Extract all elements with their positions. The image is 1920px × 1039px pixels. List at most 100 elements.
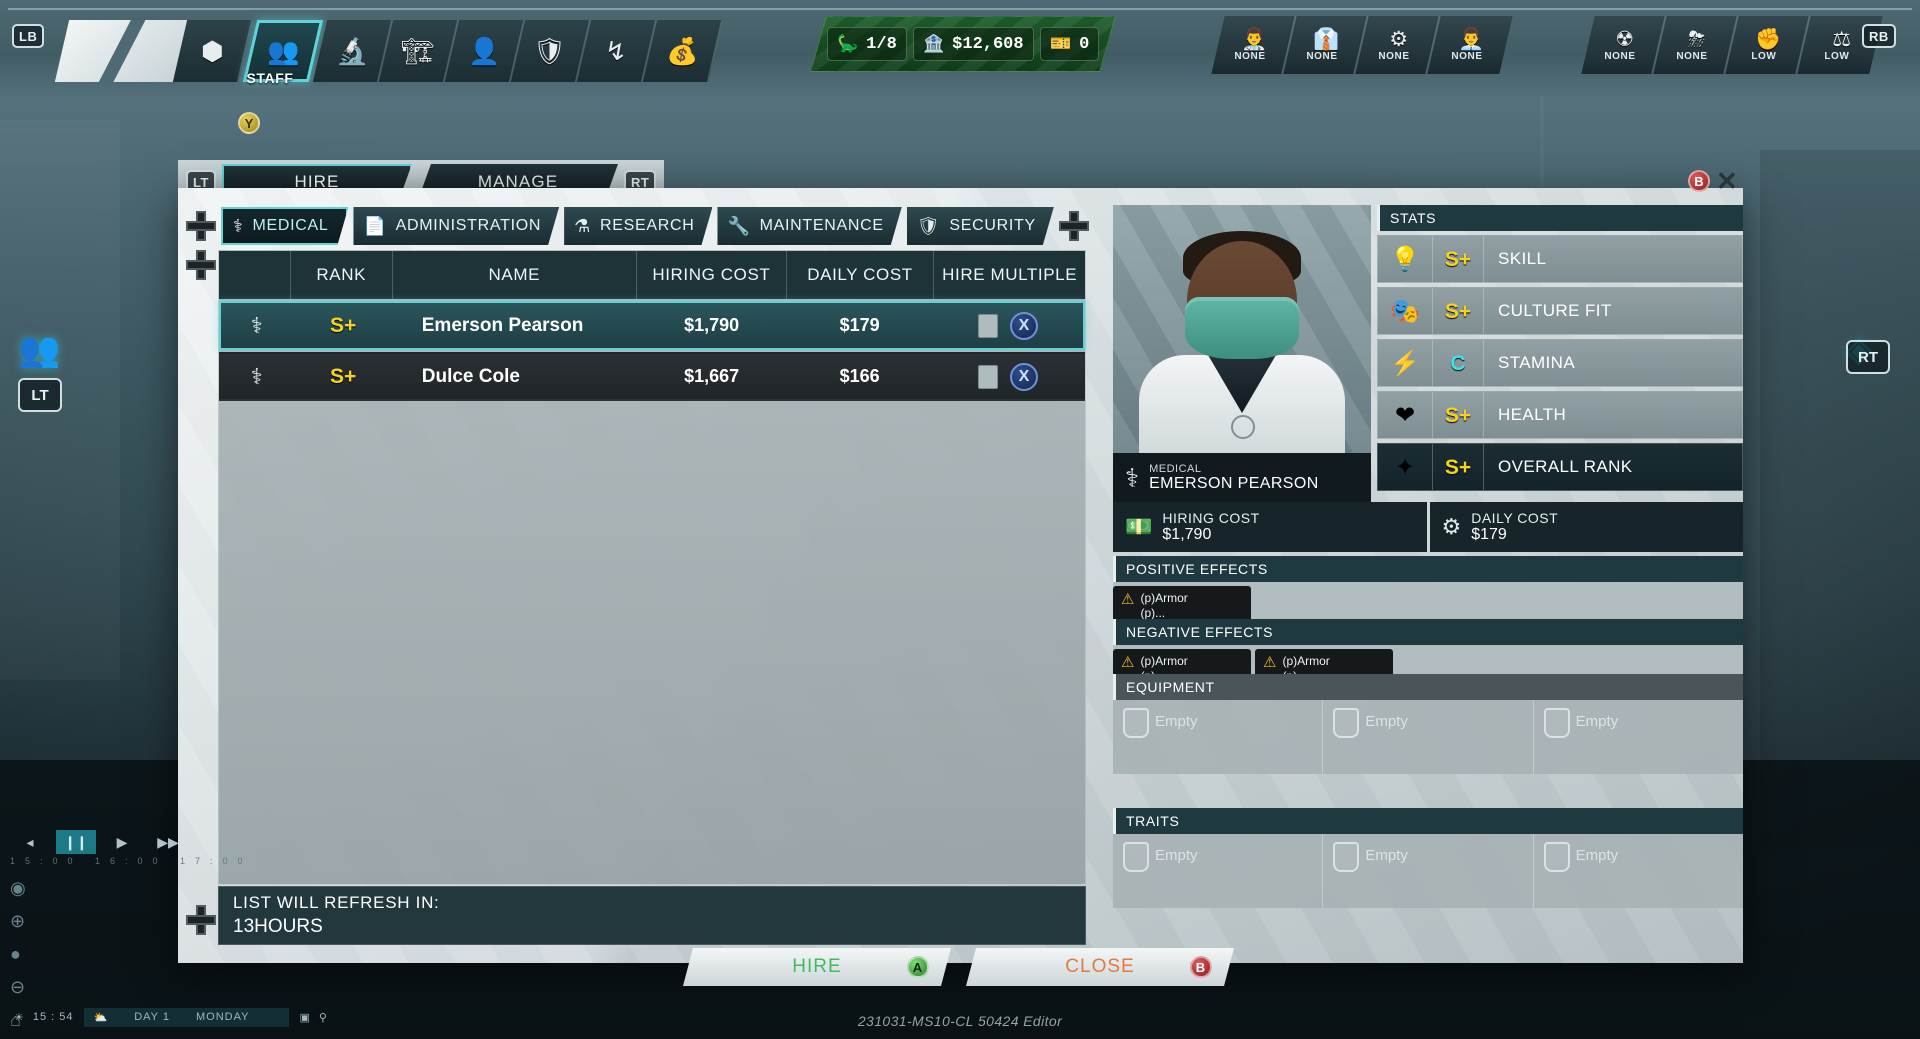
timeline-ticks: 15:00 16:00 17:00 <box>10 856 253 866</box>
candidate-nameplate: ⚕ MEDICAL EMERSON PEARSON <box>1113 453 1371 502</box>
portrait-badge <box>1231 415 1255 439</box>
shield-tab-icon: 🛡 <box>916 215 941 236</box>
park-status-disease[interactable]: ☢ NONE <box>1581 16 1667 74</box>
row-daily-cost: $179 <box>839 315 880 335</box>
positive-effects-header: POSITIVE EFFECTS <box>1113 556 1743 582</box>
cost-summary: 💵 HIRING COST $1,790 ⚙ DAILY COST $179 <box>1113 502 1743 552</box>
speed-play-button[interactable]: ▶ <box>102 830 142 854</box>
medical-nameplate-icon: ⚕ <box>1125 462 1140 493</box>
table-row[interactable]: ⚕ S+ Emerson Pearson $1,790 $179 X <box>219 301 1085 350</box>
construction-crane-icon: 🏗 <box>401 36 435 66</box>
equipment-slot[interactable]: Empty <box>1323 700 1534 774</box>
equipment-slot[interactable]: Empty <box>1534 700 1743 774</box>
guests-icon: 🎫 <box>1049 34 1071 53</box>
equipment-slot[interactable]: Empty <box>1113 700 1324 774</box>
overview-icon: ⬢ <box>200 36 224 66</box>
zoom-in-icon[interactable]: ⊕ <box>10 911 440 932</box>
row-rank: S+ <box>329 313 357 337</box>
staff-status-cluster: 👨‍⚕ NONE 👔 NONE ⚙ NONE 👨‍💼 NONE <box>1211 16 1513 74</box>
traits-section: TRAITS Empty Empty Empty <box>1113 808 1743 908</box>
row-daily-cost: $166 <box>839 366 880 386</box>
table-row[interactable]: ⚕ S+ Dulce Cole $1,667 $166 X <box>219 352 1085 401</box>
th-rank: RANK <box>291 251 393 299</box>
close-button[interactable]: CLOSE B <box>966 948 1234 986</box>
game-screen: LB ⬢ 👥 🔬 🏗 👤 🛡 ↯ 💰 STAFF Y 🦕 1/8 🏦 $12,6… <box>0 0 1920 1039</box>
effect-title: (p)Armor <box>1140 654 1188 668</box>
daily-cost-cell: ⚙ DAILY COST $179 <box>1429 502 1743 552</box>
tab-security[interactable]: 🛡 SECURITY <box>907 207 1054 245</box>
th-role <box>219 251 291 299</box>
hire-multiple-checkbox[interactable] <box>978 364 999 389</box>
park-status-unrest[interactable]: ✊ LOW <box>1725 16 1811 74</box>
th-hiring-cost: HIRING COST <box>637 251 787 299</box>
expand-left-icon[interactable] <box>186 211 216 241</box>
slot-box-icon <box>1543 842 1570 872</box>
resource-guests: 🎫 0 <box>1039 27 1099 61</box>
row-rank: S+ <box>329 364 357 388</box>
stat-row-overall-rank: ✦ S+ OVERALL RANK <box>1377 443 1743 491</box>
speed-pause-button[interactable]: ❙❙ <box>56 830 96 854</box>
bottom-left-controls: ◂ ❙❙ ▶ ▶▶ 15:00 16:00 17:00 ◉ ⊕ ● ⊖ ⌂ <box>10 830 440 1030</box>
positive-effects-list: ⚠ (p)Armor (p)... <box>1113 582 1743 624</box>
speed-fast-button[interactable]: ▶▶ <box>148 830 188 854</box>
tab-research[interactable]: ⚗ RESEARCH <box>564 207 712 245</box>
staff-tab-button-hint[interactable]: Y <box>238 112 260 134</box>
stat-grade: S+ <box>1432 288 1484 334</box>
staff-status-research[interactable]: 👨‍💼 NONE <box>1427 16 1513 74</box>
hire-multiple-x-button[interactable]: X <box>1010 362 1039 391</box>
hire-button[interactable]: HIRE A <box>683 948 951 986</box>
equipment-section: EQUIPMENT Empty Empty Empty <box>1113 674 1743 774</box>
trait-slot[interactable]: Empty <box>1113 834 1324 908</box>
staff-status-medical[interactable]: 👨‍⚕ NONE <box>1211 16 1297 74</box>
transport-icon: ↯ <box>605 36 627 66</box>
finance-icon: 💰 <box>665 36 699 66</box>
park-status-weather[interactable]: ⛈ NONE <box>1653 16 1739 74</box>
trait-slot[interactable]: Empty <box>1534 834 1743 908</box>
stat-grade: S+ <box>1432 444 1484 490</box>
row-name: Emerson Pearson <box>421 314 584 336</box>
tab-maintenance[interactable]: 🔧 MAINTENANCE <box>717 207 901 245</box>
stat-row-skill: 💡 S+ SKILL <box>1377 235 1743 283</box>
warning-icon: ⚠ <box>1121 591 1135 608</box>
unrest-fist-icon: ✊ <box>1755 27 1782 51</box>
negative-effects-header: NEGATIVE EFFECTS <box>1113 619 1743 645</box>
staff-status-maintenance[interactable]: ⚙ NONE <box>1355 16 1441 74</box>
bg-building-right <box>1760 150 1920 850</box>
expand-right-icon[interactable] <box>1058 211 1089 241</box>
tab-medical[interactable]: ⚕ MEDICAL <box>221 207 348 245</box>
daily-cost-label: DAILY COST <box>1471 510 1559 526</box>
staff-side-icon: 👥 <box>18 331 61 369</box>
panel-close-control[interactable]: B ✕ <box>1688 168 1738 194</box>
research-microscope-icon: 🔬 <box>335 36 369 66</box>
zoom-out-icon[interactable]: ⊖ <box>10 977 440 998</box>
th-hire-multiple: HIRE MULTIPLE <box>942 265 1078 284</box>
lb-button[interactable]: LB <box>12 24 45 48</box>
trait-slot[interactable]: Empty <box>1323 834 1534 908</box>
warning-icon: ⚠ <box>1263 654 1277 671</box>
equipment-slots: Empty Empty Empty <box>1113 700 1743 774</box>
medical-row-icon: ⚕ <box>250 312 263 338</box>
candidates-table: RANK NAME HIRING COST DAILY COST HIRE MU… <box>218 250 1086 885</box>
resource-money: 🏦 $12,608 <box>912 27 1034 61</box>
candidate-portrait <box>1113 205 1371 453</box>
staff-status-admin[interactable]: 👔 NONE <box>1283 16 1369 74</box>
nav-finance-button[interactable]: 💰 <box>642 20 724 82</box>
hire-multiple-checkbox[interactable] <box>978 313 999 338</box>
hire-multiple-x-button[interactable]: X <box>1010 311 1039 340</box>
row-role-icon-cell: ⚕ <box>221 354 292 399</box>
speed-mute-button[interactable]: ◂ <box>10 830 50 854</box>
lt-shoulder-button[interactable]: LT <box>18 378 62 412</box>
portrait-face-mask <box>1185 297 1299 359</box>
rb-button[interactable]: RB <box>1862 24 1896 48</box>
staff-tab-label: STAFF <box>246 70 294 86</box>
tab-administration[interactable]: 📄 ADMINISTRATION <box>353 207 559 245</box>
slot-box-icon <box>1123 708 1149 738</box>
ranger-icon[interactable]: ● <box>10 944 440 965</box>
rail-plus-top-icon[interactable] <box>186 250 216 280</box>
rt-shoulder-button[interactable]: RT <box>1846 340 1890 374</box>
row-name: Dulce Cole <box>421 365 520 387</box>
research-staff-icon: 👨‍💼 <box>1458 27 1485 51</box>
stat-grade: S+ <box>1432 236 1484 282</box>
camera-icon[interactable]: ◉ <box>10 878 440 899</box>
positive-effects-section: POSITIVE EFFECTS ⚠ (p)Armor (p)... <box>1113 556 1743 624</box>
